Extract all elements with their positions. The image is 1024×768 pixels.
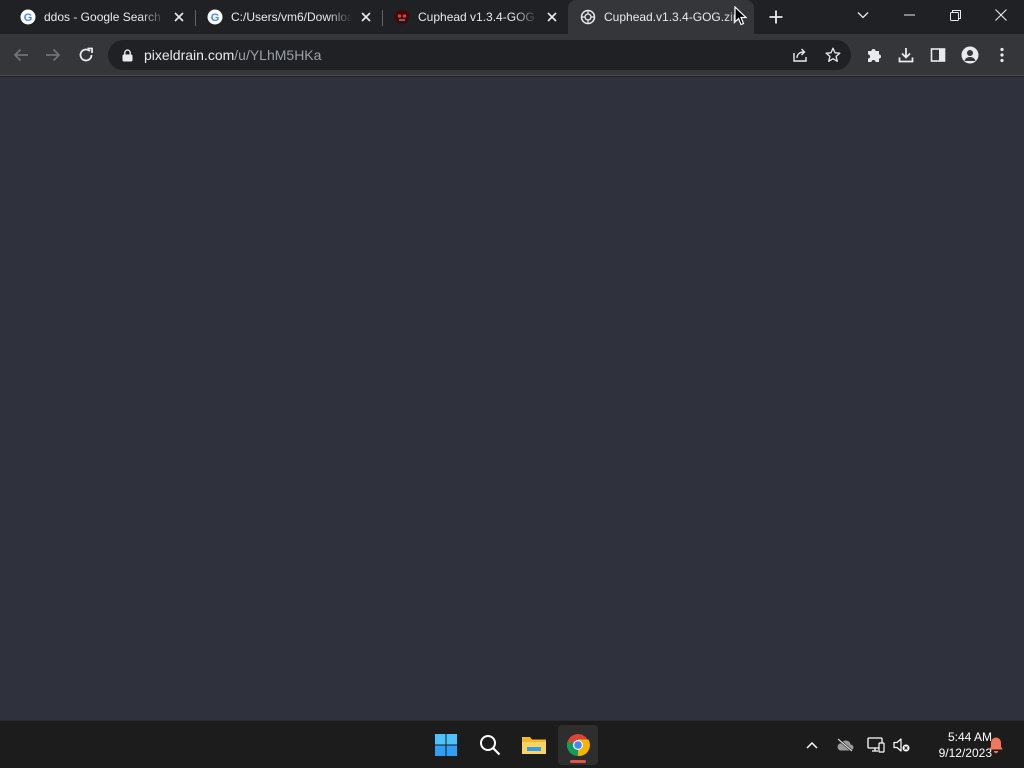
clock-date: 9/12/2023 [938,746,992,760]
chrome-taskbar-button[interactable] [558,725,598,765]
downloads-button[interactable] [894,43,918,67]
close-icon[interactable] [358,9,374,25]
file-explorer-button[interactable] [514,725,554,765]
svg-text:G: G [211,12,220,24]
tab-strip: G ddos - Google Search G C:/Users/vm6/Do… [0,0,1024,34]
skull-site-icon [394,9,410,25]
close-icon [995,9,1007,21]
page-content [0,77,1024,720]
forward-arrow-icon [46,48,61,62]
chevron-up-icon [806,741,818,749]
active-app-indicator [570,760,586,763]
extensions-button[interactable] [862,43,886,67]
volume-button[interactable] [890,733,914,757]
network-icon [867,737,885,753]
share-button[interactable] [788,43,812,67]
profile-button[interactable] [958,43,982,67]
url-text: pixeldrain.com/u/YLhM5HKa [144,47,321,63]
side-panel-icon [930,48,946,62]
pixeldrain-icon [580,9,596,25]
tab-title: ddos - Google Search [44,10,161,24]
plus-icon [769,10,783,24]
tab-title: Cuphead v1.3.4-GOG – [418,10,538,24]
address-bar[interactable]: pixeldrain.com/u/YLhM5HKa [108,40,851,70]
notifications-button[interactable] [984,733,1008,757]
speaker-muted-icon [893,738,910,752]
kebab-menu-icon [1000,47,1004,63]
star-icon [825,47,841,62]
google-g-icon: G [207,9,223,25]
download-icon [898,48,914,63]
onedrive-cloud-icon [837,738,854,752]
restore-icon [949,9,961,21]
bookmark-button[interactable] [821,43,845,67]
windows-start-icon [435,734,457,756]
svg-text:G: G [24,12,33,24]
start-button[interactable] [426,725,466,765]
minimize-button[interactable] [886,0,932,30]
side-panel-button[interactable] [926,43,950,67]
share-icon [793,48,807,62]
system-clock[interactable]: 5:44 AM 9/12/2023 [914,729,992,761]
reload-icon [79,47,93,62]
google-g-icon: G [20,9,36,25]
bell-icon [989,737,1003,754]
tab-title: C:/Users/vm6/Downloads [231,10,352,24]
tab-search-icon [857,12,869,19]
network-button[interactable] [864,733,888,757]
tab-ddos-search[interactable]: G ddos - Google Search [0,0,195,34]
restore-button[interactable] [932,0,978,30]
onedrive-button[interactable] [833,733,857,757]
browser-toolbar: pixeldrain.com/u/YLhM5HKa [0,34,1024,76]
new-tab-button[interactable] [766,7,786,27]
close-window-button[interactable] [978,0,1024,30]
chrome-icon [566,734,590,757]
reload-button[interactable] [74,43,98,67]
windows-taskbar: 5:44 AM 9/12/2023 [0,720,1024,768]
taskbar-search-button[interactable] [470,725,510,765]
file-explorer-icon [522,737,546,754]
tab-title: Cuphead.v1.3.4-GOG.zip [604,10,740,24]
lock-icon[interactable] [120,48,134,62]
search-icon [480,735,501,756]
mouse-cursor-icon [734,5,748,31]
url-path: /u/YLhM5HKa [234,47,322,63]
puzzle-piece-icon [868,49,881,62]
avatar-icon [961,46,979,64]
back-arrow-icon [13,48,28,62]
tab-pixeldrain[interactable]: Cuphead.v1.3.4-GOG.zip [568,0,754,34]
tab-downloads[interactable]: G C:/Users/vm6/Downloads [187,0,382,34]
minimize-icon [903,14,915,16]
url-host: pixeldrain.com [144,47,235,63]
tab-search-button[interactable] [840,0,886,30]
show-hidden-icons-button[interactable] [800,733,824,757]
close-icon[interactable] [544,9,560,25]
menu-button[interactable] [990,43,1014,67]
clock-time: 5:44 AM [947,730,992,744]
tab-cuphead-page[interactable]: Cuphead v1.3.4-GOG – [374,0,568,34]
forward-button[interactable] [41,43,65,67]
close-icon[interactable] [171,9,187,25]
back-button[interactable] [9,43,33,67]
